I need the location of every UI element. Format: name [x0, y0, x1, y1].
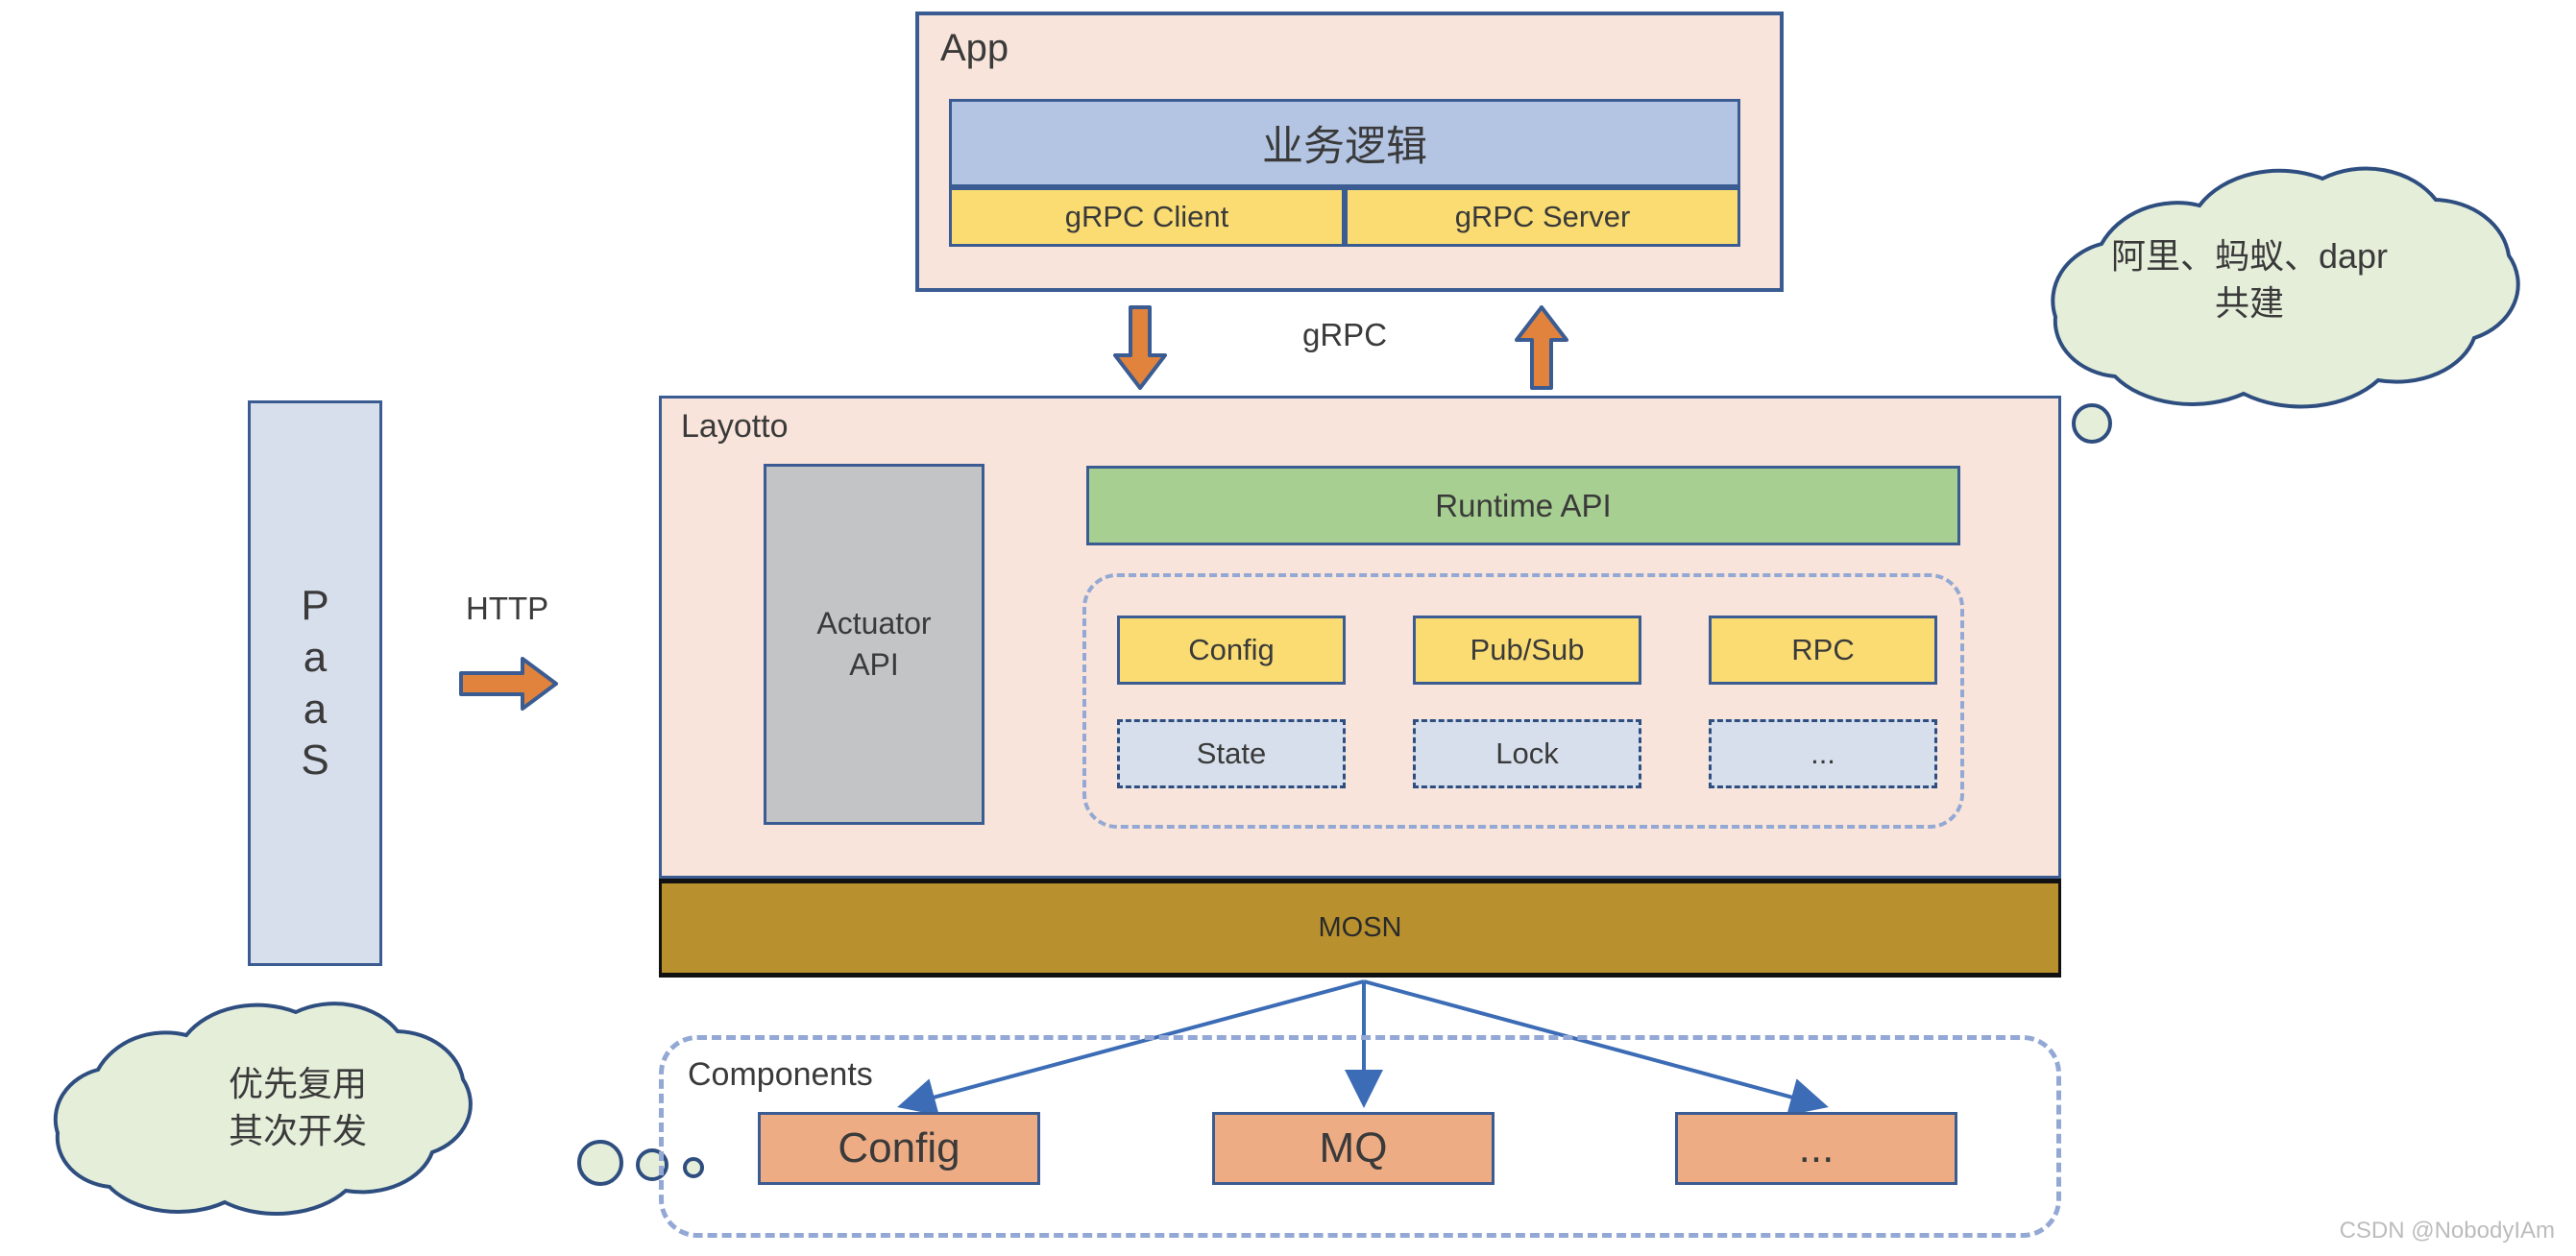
api-cell-state: State — [1117, 719, 1346, 788]
actuator-api-label-line1: Actuator — [816, 605, 932, 640]
grpc-client-box: gRPC Client — [949, 187, 1345, 247]
runtime-api-box: Runtime API — [1086, 466, 1960, 545]
http-connector-label: HTTP — [466, 591, 549, 626]
thought-bubble — [2072, 403, 2112, 444]
http-right-arrow-icon — [459, 657, 558, 711]
app-title: App — [940, 27, 1009, 69]
paas-box: P a a S — [248, 400, 382, 966]
runtime-api-capability-group: Config Pub/Sub RPC State Lock ... — [1082, 573, 1964, 829]
cloud-right-text: 阿里、蚂蚁、dapr 共建 — [2067, 233, 2432, 326]
cloud-right-line1: 阿里、蚂蚁、dapr — [2110, 236, 2389, 276]
cloud-right-line2: 共建 — [2214, 282, 2284, 323]
component-mq: MQ — [1212, 1112, 1495, 1185]
grpc-down-arrow-icon — [1113, 305, 1167, 390]
mosn-bar: MOSN — [659, 879, 2061, 978]
cloud-left-line2: 其次开发 — [228, 1110, 367, 1150]
api-cell-config: Config — [1117, 616, 1346, 685]
diagram-canvas: App 业务逻辑 gRPC Client gRPC Server gRPC P … — [0, 0, 2576, 1256]
api-cell-lock: Lock — [1413, 719, 1641, 788]
components-title: Components — [688, 1056, 873, 1093]
actuator-api-box: Actuator API — [764, 464, 984, 825]
paas-letter: a — [303, 633, 328, 681]
component-config: Config — [758, 1112, 1040, 1185]
paas-letter: a — [303, 685, 328, 733]
component-more: ... — [1675, 1112, 1957, 1185]
business-logic-box: 业务逻辑 — [949, 99, 1740, 187]
grpc-up-arrow-icon — [1515, 305, 1568, 390]
layotto-title: Layotto — [681, 408, 789, 445]
grpc-connector-label: gRPC — [1302, 317, 1388, 352]
watermark: CSDN @NobodyIAm — [2339, 1218, 2555, 1244]
cloud-left-line1: 优先复用 — [228, 1064, 367, 1103]
grpc-server-box: gRPC Server — [1345, 187, 1740, 247]
api-cell-pubsub: Pub/Sub — [1413, 616, 1641, 685]
paas-letter: S — [301, 737, 329, 785]
cloud-left-text: 优先复用 其次开发 — [144, 1061, 451, 1154]
thought-bubble — [577, 1140, 623, 1186]
api-cell-more: ... — [1709, 719, 1937, 788]
api-cell-rpc: RPC — [1709, 616, 1937, 685]
actuator-api-label-line2: API — [849, 647, 899, 682]
paas-letter: P — [301, 582, 329, 630]
